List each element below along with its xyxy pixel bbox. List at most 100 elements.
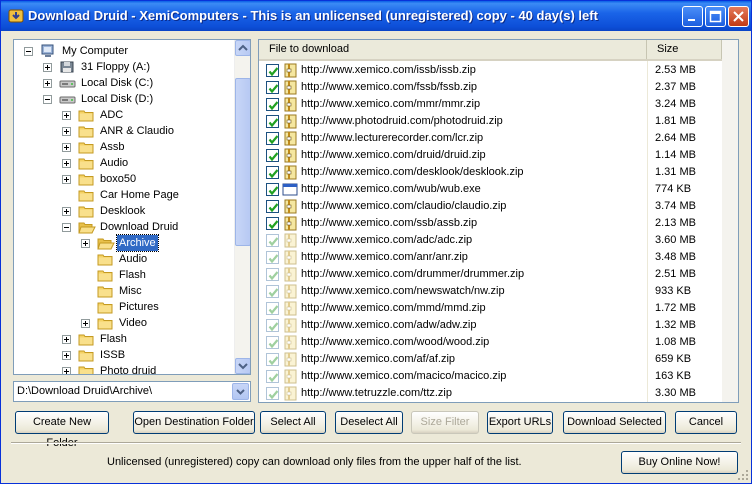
close-button[interactable]: [728, 6, 749, 27]
file-row[interactable]: http://www.xemico.com/adw/adw.zip 1.32 MB: [259, 317, 738, 334]
title-bar[interactable]: Download Druid - XemiComputers - This is…: [1, 1, 751, 31]
create-new-folder-button[interactable]: Create New Folder: [15, 411, 109, 449]
file-row[interactable]: http://www.xemico.com/drummer/drummer.zi…: [259, 266, 738, 283]
file-checkbox[interactable]: [266, 217, 279, 230]
file-row[interactable]: http://www.xemico.com/wub/wub.exe 774 KB: [259, 181, 738, 198]
column-header-file[interactable]: File to download: [259, 40, 647, 59]
file-checkbox[interactable]: [266, 251, 279, 264]
open-destination-folder-button[interactable]: Open Destination Folder: [133, 411, 255, 434]
download-selected-button[interactable]: Download Selected: [563, 411, 666, 434]
file-checkbox[interactable]: [266, 336, 279, 349]
expand-icon[interactable]: [81, 239, 90, 248]
maximize-button[interactable]: [705, 6, 726, 27]
file-row[interactable]: http://www.xemico.com/druid/druid.zip 1.1…: [259, 147, 738, 164]
tree-item[interactable]: Local Disk (D:): [14, 91, 234, 107]
file-row[interactable]: http://www.xemico.com/desklook/desklook.…: [259, 164, 738, 181]
expand-icon[interactable]: [62, 335, 71, 344]
expand-icon[interactable]: [62, 175, 71, 184]
size-filter-button[interactable]: Size Filter: [411, 411, 479, 434]
tree-item[interactable]: Download Druid: [14, 219, 234, 235]
collapse-icon[interactable]: [43, 95, 52, 104]
scroll-up-button[interactable]: [235, 40, 250, 56]
file-row[interactable]: http://www.xemico.com/adc/adc.zip 3.60 MB: [259, 232, 738, 249]
tree-item[interactable]: Assb: [14, 139, 234, 155]
minimize-button[interactable]: [682, 6, 703, 27]
expand-icon[interactable]: [62, 351, 71, 360]
file-checkbox[interactable]: [266, 285, 279, 298]
file-checkbox[interactable]: [266, 166, 279, 179]
file-checkbox[interactable]: [266, 98, 279, 111]
tree-item[interactable]: Archive: [14, 234, 234, 252]
column-header-size[interactable]: Size: [647, 40, 722, 59]
expand-icon[interactable]: [81, 319, 90, 328]
file-row[interactable]: http://www.tetruzzle.com/ttz.zip 3.30 MB: [259, 385, 738, 402]
tree-item[interactable]: Misc: [14, 283, 234, 299]
tree-item[interactable]: Local Disk (C:): [14, 75, 234, 91]
file-checkbox[interactable]: [266, 353, 279, 366]
tree-item[interactable]: Flash: [14, 331, 234, 347]
file-checkbox[interactable]: [266, 268, 279, 281]
file-checkbox[interactable]: [266, 183, 279, 196]
tree-item[interactable]: Photo druid: [14, 363, 234, 374]
tree-scroll-thumb[interactable]: [235, 78, 250, 246]
expand-icon[interactable]: [62, 207, 71, 216]
file-checkbox[interactable]: [266, 64, 279, 77]
file-list[interactable]: File to download Size http://www.xemico.…: [258, 39, 739, 403]
expand-icon[interactable]: [43, 63, 52, 72]
tree-item[interactable]: ISSB: [14, 347, 234, 363]
file-checkbox[interactable]: [266, 319, 279, 332]
collapse-icon[interactable]: [24, 47, 33, 56]
folder-tree[interactable]: My Computer 31 Floppy (A:) Local Disk (C:)…: [13, 39, 251, 375]
expand-icon[interactable]: [43, 79, 52, 88]
tree-item[interactable]: Video: [14, 315, 234, 331]
scroll-down-button[interactable]: [235, 358, 250, 374]
tree-item[interactable]: boxo50: [14, 171, 234, 187]
tree-item[interactable]: 31 Floppy (A:): [14, 59, 234, 75]
expand-icon[interactable]: [62, 127, 71, 136]
file-checkbox[interactable]: [266, 132, 279, 145]
file-checkbox[interactable]: [266, 81, 279, 94]
deselect-all-button[interactable]: Deselect All: [335, 411, 403, 434]
export-urls-button[interactable]: Export URLs: [487, 411, 553, 434]
file-row[interactable]: http://www.xemico.com/newswatch/nw.zip 93…: [259, 283, 738, 300]
tree-item[interactable]: My Computer: [14, 43, 234, 59]
destination-path-combo[interactable]: D:\Download Druid\Archive\: [13, 381, 251, 402]
tree-item[interactable]: Desklook: [14, 203, 234, 219]
file-row[interactable]: http://www.xemico.com/issb/issb.zip 2.53 …: [259, 62, 738, 79]
expand-icon[interactable]: [62, 111, 71, 120]
tree-item[interactable]: Audio: [14, 155, 234, 171]
tree-item[interactable]: Pictures: [14, 299, 234, 315]
collapse-icon[interactable]: [62, 223, 71, 232]
file-checkbox[interactable]: [266, 115, 279, 128]
tree-item[interactable]: Audio: [14, 251, 234, 267]
tree-item[interactable]: Car Home Page: [14, 187, 234, 203]
file-checkbox[interactable]: [266, 200, 279, 213]
file-row[interactable]: http://www.xemico.com/macico/macico.zip 1…: [259, 368, 738, 385]
tree-item[interactable]: Flash: [14, 267, 234, 283]
file-checkbox[interactable]: [266, 387, 279, 400]
expand-icon[interactable]: [62, 143, 71, 152]
expand-icon[interactable]: [62, 367, 71, 374]
tree-item[interactable]: ANR & Claudio: [14, 123, 234, 139]
combo-dropdown-button[interactable]: [232, 383, 249, 400]
file-checkbox[interactable]: [266, 234, 279, 247]
file-row[interactable]: http://www.xemico.com/af/af.zip 659 KB: [259, 351, 738, 368]
cancel-button[interactable]: Cancel: [675, 411, 737, 434]
select-all-button[interactable]: Select All: [260, 411, 326, 434]
file-row[interactable]: http://www.xemico.com/anr/anr.zip 3.48 MB: [259, 249, 738, 266]
file-row[interactable]: http://www.xemico.com/ssb/assb.zip 2.13 M…: [259, 215, 738, 232]
file-row[interactable]: http://www.xemico.com/fssb/fssb.zip 2.37 …: [259, 79, 738, 96]
file-checkbox[interactable]: [266, 302, 279, 315]
tree-scrollbar[interactable]: [234, 40, 250, 374]
file-row[interactable]: http://www.xemico.com/wood/wood.zip 1.08 …: [259, 334, 738, 351]
file-row[interactable]: http://www.photodruid.com/photodruid.zip…: [259, 113, 738, 130]
resize-grip-icon[interactable]: [737, 469, 749, 481]
buy-online-button[interactable]: Buy Online Now!: [621, 451, 738, 474]
file-row[interactable]: http://www.xemico.com/claudio/claudio.zi…: [259, 198, 738, 215]
expand-icon[interactable]: [62, 159, 71, 168]
file-checkbox[interactable]: [266, 149, 279, 162]
tree-item[interactable]: ADC: [14, 107, 234, 123]
file-row[interactable]: http://www.xemico.com/mmd/mmd.zip 1.72 MB: [259, 300, 738, 317]
file-checkbox[interactable]: [266, 370, 279, 383]
file-row[interactable]: http://www.xemico.com/mmr/mmr.zip 3.24 MB: [259, 96, 738, 113]
